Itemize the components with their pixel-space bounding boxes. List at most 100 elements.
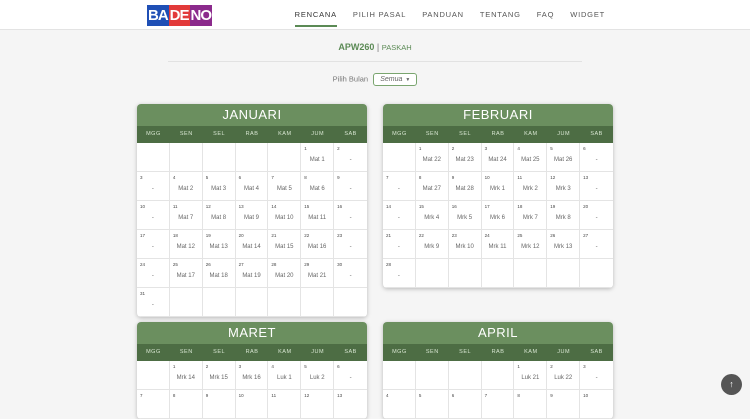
reading-label[interactable]: Mat 28 xyxy=(449,186,481,192)
reading-label[interactable]: Mat 26 xyxy=(547,157,579,163)
reading-label[interactable]: Mrk 13 xyxy=(547,244,579,250)
reading-label[interactable]: - xyxy=(334,186,367,192)
reading-label[interactable]: Mrk 16 xyxy=(236,375,268,381)
weekday-label: RAB xyxy=(491,349,505,355)
reading-label[interactable]: Mat 17 xyxy=(170,273,202,279)
reading-label[interactable]: Mat 3 xyxy=(203,186,235,192)
reading-label[interactable]: Mat 11 xyxy=(301,215,333,221)
reading-label[interactable]: Mat 24 xyxy=(482,157,514,163)
reading-label[interactable]: - xyxy=(580,215,613,221)
reading-label[interactable]: Mrk 5 xyxy=(449,215,481,221)
day-number: 20 xyxy=(583,204,589,209)
reading-label[interactable]: - xyxy=(383,215,415,221)
reading-label[interactable]: - xyxy=(580,375,613,381)
day-number: 10 xyxy=(484,175,490,180)
reading-label[interactable]: Mrk 3 xyxy=(547,186,579,192)
day-number: 1 xyxy=(172,364,176,369)
day-number: 5 xyxy=(205,175,209,180)
reading-label[interactable]: Mrk 7 xyxy=(514,215,546,221)
reading-label[interactable]: Mrk 9 xyxy=(416,244,448,250)
reading-label[interactable]: Mat 10 xyxy=(268,215,300,221)
reading-label[interactable]: - xyxy=(334,215,367,221)
nav-tentang[interactable]: TENTANG xyxy=(480,0,521,30)
reading-label[interactable]: Mat 12 xyxy=(170,244,202,250)
weekday-label: JUM xyxy=(557,349,571,355)
reading-label[interactable]: - xyxy=(334,273,367,279)
reading-label[interactable]: - xyxy=(137,244,169,250)
reading-label[interactable]: - xyxy=(334,375,367,381)
reading-label[interactable]: Luk 21 xyxy=(514,375,546,381)
reading-label[interactable]: Mrk 8 xyxy=(547,215,579,221)
day-number: 8 xyxy=(304,175,307,180)
nav-rencana[interactable]: RENCANA xyxy=(294,0,338,30)
logo[interactable]: BA DE NO xyxy=(147,5,213,26)
day-cell: 13 xyxy=(334,390,367,419)
reading-label[interactable]: Mat 8 xyxy=(203,215,235,221)
nav-panduan[interactable]: PANDUAN xyxy=(422,0,464,30)
weekday-label: SEN xyxy=(179,349,193,355)
day-number: 9 xyxy=(550,393,553,398)
reading-label[interactable]: Mat 19 xyxy=(236,273,268,279)
nav-widget[interactable]: WIDGET xyxy=(570,0,605,30)
reading-label[interactable]: Luk 2 xyxy=(301,375,333,381)
day-cell: 28 Mat 20 xyxy=(268,259,302,288)
nav-pilih-pasal[interactable]: PILIH PASAL xyxy=(353,0,406,30)
reading-label[interactable]: Mat 7 xyxy=(170,215,202,221)
day-number: 4 xyxy=(172,175,176,180)
reading-label[interactable]: Mat 20 xyxy=(268,273,300,279)
nav-faq[interactable]: FAQ xyxy=(537,0,554,30)
reading-label[interactable]: Mat 23 xyxy=(449,157,481,163)
scroll-to-top-button[interactable]: ↑ xyxy=(721,374,742,395)
reading-label[interactable]: - xyxy=(137,273,169,279)
day-cell: 9 xyxy=(202,390,236,419)
reading-label[interactable]: Mat 2 xyxy=(170,186,202,192)
day-number: 7 xyxy=(140,393,143,398)
reading-label[interactable]: - xyxy=(580,244,613,250)
day-cell: 16 Mrk 5 xyxy=(448,201,482,230)
reading-label[interactable]: - xyxy=(580,186,613,192)
reading-label[interactable]: Mrk 2 xyxy=(514,186,546,192)
reading-label[interactable]: Mrk 1 xyxy=(482,186,514,192)
reading-label[interactable]: Mat 18 xyxy=(203,273,235,279)
day-grid: 1 Mat 1 2-3-4 Mat 2 5 Mat 3 6 Mat 4 7 Mat 5 8 Mat 6… xyxy=(137,143,367,317)
day-number: 7 xyxy=(386,175,389,180)
reading-label[interactable]: Mrk 11 xyxy=(482,244,514,250)
reading-label[interactable]: Mrk 6 xyxy=(482,215,514,221)
reading-label[interactable]: Mat 16 xyxy=(301,244,333,250)
weekday-label: JUM xyxy=(311,349,325,355)
reading-label[interactable]: - xyxy=(383,186,415,192)
day-number: 3 xyxy=(484,146,488,151)
reading-label[interactable]: Mat 5 xyxy=(268,186,300,192)
reading-label[interactable]: Mat 22 xyxy=(416,157,448,163)
day-number: 24 xyxy=(140,262,146,267)
reading-label[interactable]: Mrk 15 xyxy=(203,375,235,381)
day-cell: 3- xyxy=(580,361,613,390)
reading-label[interactable]: Mrk 12 xyxy=(514,244,546,250)
reading-label[interactable]: Mrk 14 xyxy=(170,375,202,381)
reading-label[interactable]: Luk 22 xyxy=(547,375,579,381)
reading-label[interactable]: - xyxy=(334,244,367,250)
reading-label[interactable]: Mrk 4 xyxy=(416,215,448,221)
reading-label[interactable]: Mat 6 xyxy=(301,186,333,192)
reading-label[interactable]: - xyxy=(580,157,613,163)
reading-label[interactable]: - xyxy=(137,186,169,192)
reading-label[interactable]: - xyxy=(383,244,415,250)
reading-label[interactable]: Mat 25 xyxy=(514,157,546,163)
reading-label[interactable]: Mat 21 xyxy=(301,273,333,279)
reading-label[interactable]: Mat 1 xyxy=(301,157,333,163)
reading-label[interactable]: - xyxy=(383,273,415,279)
day-cell: 1 Mrk 14 xyxy=(169,361,203,390)
day-number: 6 xyxy=(451,393,455,398)
reading-label[interactable]: - xyxy=(334,157,367,163)
reading-label[interactable]: Mat 14 xyxy=(236,244,268,250)
reading-label[interactable]: Mat 15 xyxy=(268,244,300,250)
reading-label[interactable]: - xyxy=(137,302,169,308)
month-select[interactable]: Semua ▼ xyxy=(373,73,418,86)
reading-label[interactable]: Mat 4 xyxy=(236,186,268,192)
reading-label[interactable]: Mrk 10 xyxy=(449,244,481,250)
reading-label[interactable]: Mat 27 xyxy=(416,186,448,192)
reading-label[interactable]: Luk 1 xyxy=(268,375,300,381)
reading-label[interactable]: Mat 13 xyxy=(203,244,235,250)
reading-label[interactable]: Mat 9 xyxy=(236,215,268,221)
reading-label[interactable]: - xyxy=(137,215,169,221)
